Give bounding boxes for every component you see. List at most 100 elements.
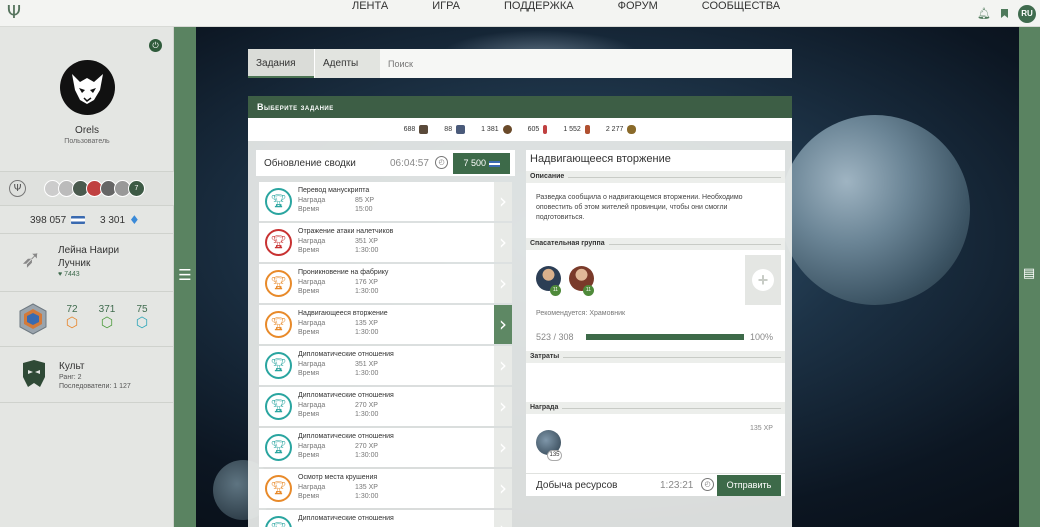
resource-item: 1 552 (563, 125, 590, 134)
tab-quests[interactable]: Задания (248, 49, 314, 78)
follower-avatars[interactable]: 7 (44, 180, 145, 197)
power-progress-text: 523 / 308 (536, 332, 574, 342)
quest-time-label: Время (298, 452, 320, 459)
logo-icon[interactable]: Ψ (4, 3, 24, 23)
bookmark-icon[interactable] (1001, 9, 1008, 18)
chevron-right-icon[interactable]: › (494, 223, 512, 262)
main-nav: ЛЕНТА ИГРА ПОДДЕРЖКА ФОРУМ СООБЩЕСТВА (330, 0, 802, 27)
left-sidebar: ⏻ Orels Пользователь Ψ 7 398 057 3 301 ♦… (0, 27, 174, 527)
quest-reward-label: Награда (298, 443, 326, 450)
quest-reward-label: Награда (298, 484, 326, 491)
crate-icon (419, 125, 429, 134)
resource-value: 2 277 (605, 126, 624, 133)
search-input[interactable] (382, 49, 792, 78)
quest-item[interactable]: 🏆︎ Проникновение на фабрику Награда 176 … (259, 264, 512, 303)
stat-orange-value: 72 (66, 304, 78, 315)
power-icon[interactable]: ⏻ (149, 39, 162, 52)
quest-list: Обновление сводки 06:04:57 ◴ 7 500 🏆︎ Пе… (256, 150, 515, 527)
quest-reward-label: Награда (298, 238, 326, 245)
quest-item-selected[interactable]: 🏆︎ Надвигающееся вторжение Награда 135 X… (259, 305, 512, 344)
quest-time: 1:30:00 (355, 288, 379, 295)
chevron-right-icon[interactable]: › (494, 346, 512, 385)
quest-time: 15:00 (355, 206, 373, 213)
quest-item[interactable]: 🏆︎ Дипломатические отношения Награда 270… (259, 387, 512, 426)
character-power: ♥ 7443 (58, 271, 80, 278)
nav-feed[interactable]: ЛЕНТА (330, 0, 410, 27)
nav-game[interactable]: ИГРА (410, 0, 482, 27)
reward-xp: 135 XP (750, 425, 773, 432)
quest-time: 1:30:00 (355, 370, 379, 377)
tab-adepts[interactable]: Адепты (314, 49, 380, 78)
bell-icon[interactable]: 🔔︎ (977, 7, 991, 20)
detail-title: Надвигающееся вторжение (530, 153, 671, 165)
quest-item[interactable]: 🏆︎ Осмотр места крушения Награда 135 XP … (259, 469, 512, 508)
character-class: Лучник (58, 258, 91, 269)
quest-reward-label: Награда (298, 197, 326, 204)
nav-communities[interactable]: СООБЩЕСТВА (680, 0, 802, 27)
clock-icon: ◴ (701, 478, 714, 491)
quest-title: Дипломатические отношения (298, 351, 394, 358)
nav-support[interactable]: ПОДДЕРЖКА (482, 0, 596, 27)
chevron-right-icon[interactable]: › (494, 428, 512, 467)
trophy-icon: 🏆︎ (265, 188, 292, 215)
resource-item: 88 (444, 125, 466, 134)
character-name: Лейна Наири (58, 245, 120, 256)
chevron-right-icon[interactable]: › (494, 305, 512, 344)
cult-panel[interactable]: Культ Ранг: 2 Последователи: 1 127 (0, 346, 174, 402)
user-name[interactable]: Orels (0, 125, 174, 136)
quest-title: Надвигающееся вторжение (298, 310, 388, 317)
refresh-summary-button[interactable]: 7 500 (453, 153, 510, 174)
quest-item[interactable]: 🏆︎ Дипломатические отношения Награда 351… (259, 346, 512, 385)
reward-box (530, 420, 781, 465)
costs-label: Затраты (530, 351, 564, 363)
book-icon (456, 125, 466, 134)
dynamite-icon (584, 125, 590, 134)
tab-bar: Задания Адепты (248, 49, 792, 78)
stat-green[interactable]: 371 ⬡ (97, 304, 117, 331)
quest-time-label: Время (298, 493, 320, 500)
detail-footer: Добыча ресурсов 1:23:21 ◴ Отправить (526, 473, 785, 496)
quest-title: Дипломатические отношения (298, 433, 394, 440)
stat-orange[interactable]: 72 ⬡ (62, 304, 82, 331)
quest-item[interactable]: 🏆︎ Дипломатические отношения Награда 270… (259, 428, 512, 467)
trophy-icon: 🏆︎ (265, 229, 292, 256)
quest-time: 1:30:00 (355, 247, 379, 254)
chevron-right-icon[interactable]: › (494, 182, 512, 221)
chevron-right-icon[interactable]: › (494, 510, 512, 527)
chat-icon[interactable]: ▤ (1021, 266, 1037, 281)
send-button[interactable]: Отправить (717, 475, 781, 496)
resource-item: 688 (404, 125, 429, 134)
costs-box (530, 368, 781, 396)
menu-icon[interactable]: ☰ (177, 266, 193, 284)
nav-forum[interactable]: ФОРУМ (596, 0, 680, 27)
resource-item: 2 277 (606, 125, 637, 134)
quest-time-label: Время (298, 247, 320, 254)
chevron-right-icon[interactable]: › (494, 469, 512, 508)
add-hero-slot[interactable]: + (745, 255, 781, 305)
character-panel[interactable]: ➶ Лейна Наири Лучник ♥ 7443 (0, 233, 174, 291)
plus-icon: + (752, 269, 774, 291)
resource-value: 88 (444, 126, 453, 133)
language-button[interactable]: RU (1018, 4, 1036, 23)
summary-timer: 06:04:57 (390, 158, 429, 169)
stat-cyan[interactable]: 75 ⬡ (132, 304, 152, 331)
cult-name: Культ (59, 361, 85, 372)
chevron-right-icon[interactable]: › (494, 387, 512, 426)
planet-image (780, 115, 970, 305)
cult-followers: Последователи: 1 127 (59, 383, 131, 390)
quest-item[interactable]: 🏆︎ Дипломатические отношения › (259, 510, 512, 527)
chevron-right-icon[interactable]: › (494, 264, 512, 303)
avatar[interactable] (60, 60, 115, 115)
reward-label: Награда (530, 402, 563, 414)
quest-title: Отражение атаки налетчиков (298, 228, 394, 235)
psi-icon[interactable]: Ψ (9, 180, 26, 197)
quest-item[interactable]: 🏆︎ Отражение атаки налетчиков Награда 35… (259, 223, 512, 262)
quest-time: 1:30:00 (355, 452, 379, 459)
hero-level: 11 (550, 285, 561, 296)
quest-item[interactable]: 🏆︎ Перевод манускрипта Награда 85 XP Вре… (259, 182, 512, 221)
costs-header: Затраты (526, 351, 785, 363)
quest-reward: 85 XP (355, 197, 375, 204)
gold-icon (488, 160, 500, 167)
quest-detail: Надвигающееся вторжение Описание Разведк… (526, 150, 785, 496)
resource-item: 1 381 (481, 125, 512, 134)
